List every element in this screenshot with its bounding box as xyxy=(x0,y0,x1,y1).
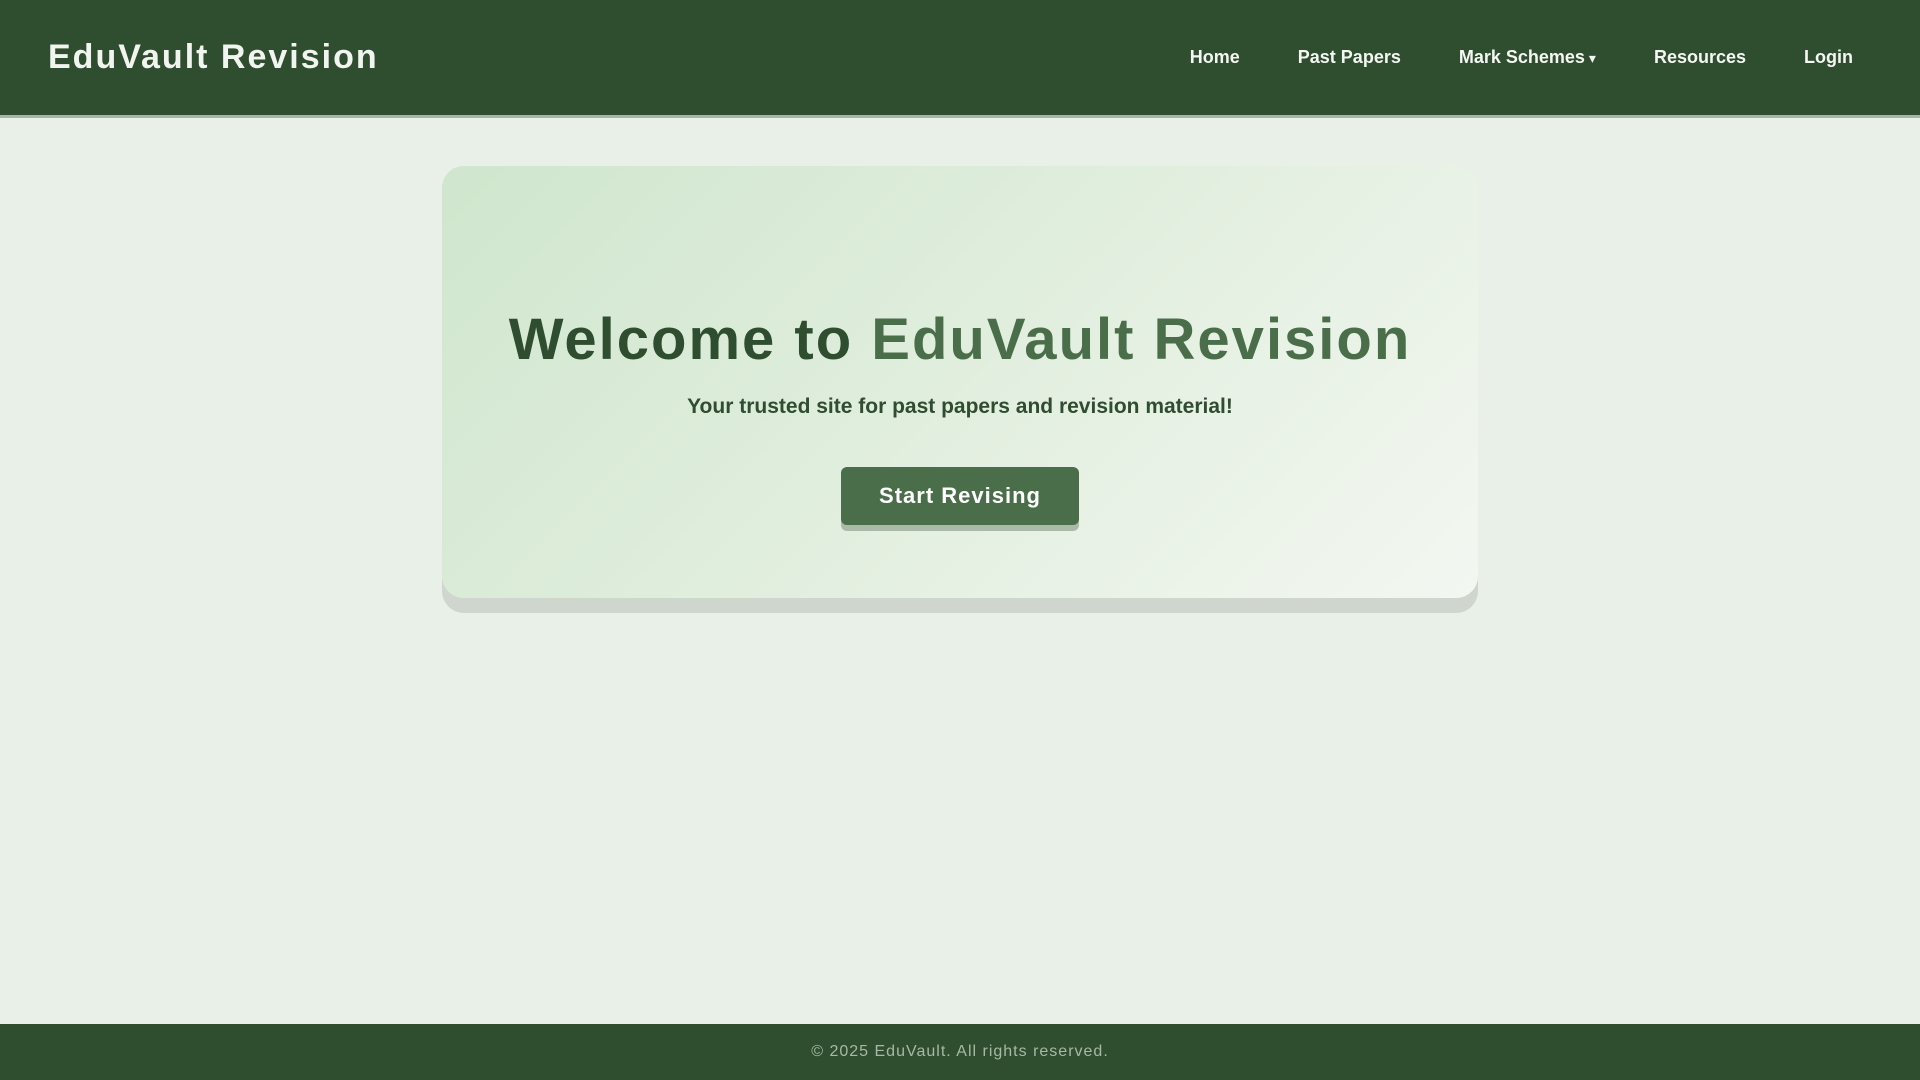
copyright-text: © 2025 EduVault. All rights reserved. xyxy=(811,1043,1109,1060)
main-nav: Home Past Papers Mark Schemes ▾ Resource… xyxy=(1161,37,1872,78)
nav-home-label: Home xyxy=(1189,47,1240,67)
hero-subtitle: Your trusted site for past papers and re… xyxy=(687,395,1233,418)
nav-past-papers[interactable]: Past Papers xyxy=(1269,37,1430,78)
hero-title-accent: EduVault Revision xyxy=(871,307,1412,372)
nav-resources-label: Resources xyxy=(1653,47,1747,67)
nav-mark-schemes-dropdown[interactable]: Mark Schemes ▾ xyxy=(1430,37,1625,78)
nav-login[interactable]: Login xyxy=(1775,37,1872,78)
hero-title: Welcome to EduVault Revision xyxy=(509,306,1412,373)
nav-login-label: Login xyxy=(1804,47,1853,67)
navbar: EduVault Revision Home Past Papers Mark … xyxy=(0,0,1920,118)
hero-title-prefix: Welcome to xyxy=(508,307,872,372)
footer: © 2025 EduVault. All rights reserved. xyxy=(0,1024,1920,1080)
nav-past-papers-label: Past Papers xyxy=(1297,47,1401,67)
nav-mark-schemes-label: Mark Schemes xyxy=(1458,47,1585,67)
nav-resources[interactable]: Resources xyxy=(1625,37,1775,78)
start-revising-button[interactable]: Start Revising xyxy=(841,467,1079,525)
chevron-down-icon: ▾ xyxy=(1588,49,1596,66)
site-logo[interactable]: EduVault Revision xyxy=(48,38,379,77)
hero-card: Welcome to EduVault Revision Your truste… xyxy=(442,166,1478,598)
nav-home[interactable]: Home xyxy=(1161,37,1269,78)
